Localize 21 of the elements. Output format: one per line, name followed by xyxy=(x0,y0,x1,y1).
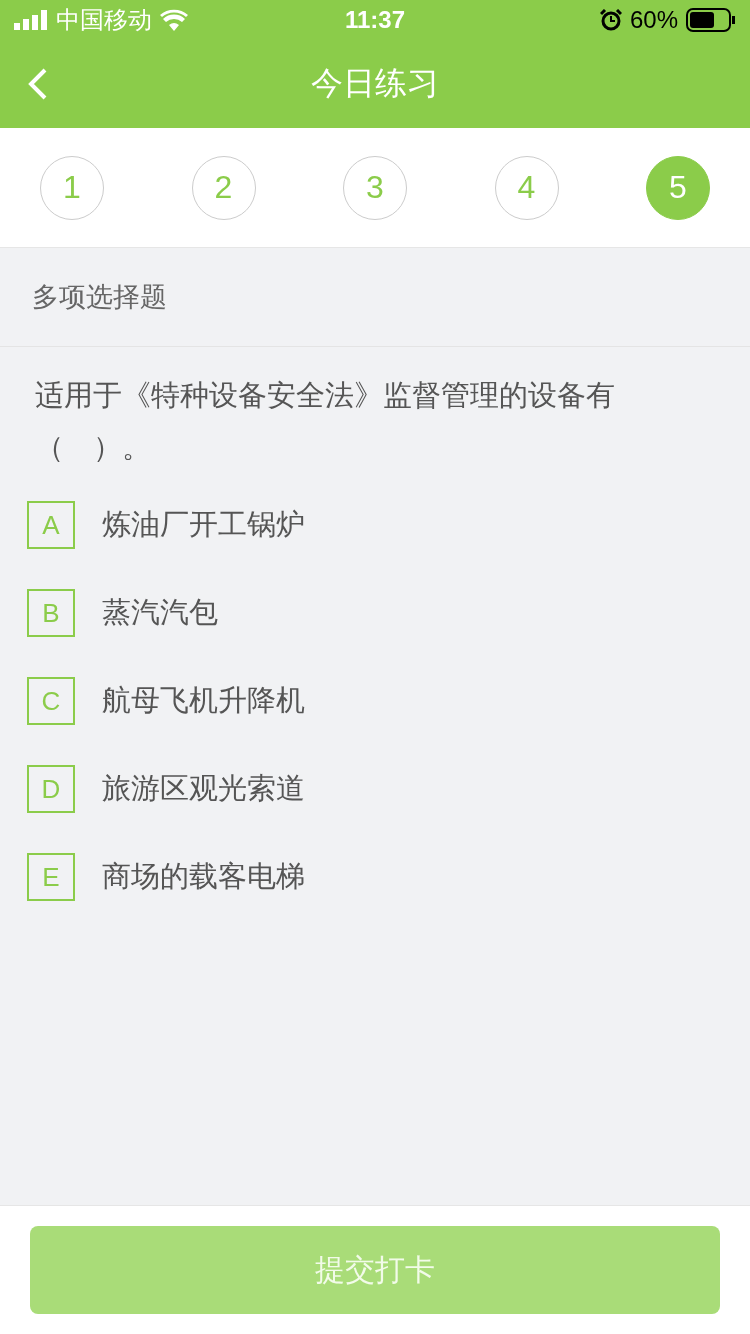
question-number-tab[interactable]: 2 xyxy=(191,155,256,220)
answer-option[interactable]: A 炼油厂开工锅炉 xyxy=(27,501,305,549)
signal-icon xyxy=(14,10,48,30)
answer-option[interactable]: E 商场的载客电梯 xyxy=(27,853,305,901)
question-type: 多项选择题 xyxy=(0,248,750,347)
question-number-tab[interactable]: 4 xyxy=(494,155,559,220)
page-title: 今日练习 xyxy=(311,64,439,103)
battery-percent: 60% xyxy=(629,6,678,34)
clock-time: 11:37 xyxy=(344,6,406,34)
question-number-tab[interactable]: 3 xyxy=(343,155,407,220)
battery-icon xyxy=(686,8,736,32)
question-number-tab[interactable]: 5 xyxy=(646,155,710,220)
carrier-name: 中国移动 xyxy=(56,5,152,35)
answer-option[interactable]: D 旅游区观光索道 xyxy=(27,765,305,813)
wifi-icon xyxy=(160,9,188,31)
answer-option[interactable]: C 航母飞机升降机 xyxy=(27,677,305,725)
question-text: 适用于《特种设备安全法》监督管理的设备有（ ）。 xyxy=(34,378,616,465)
alarm-icon xyxy=(599,9,622,31)
back-icon[interactable] xyxy=(28,68,48,100)
answer-option[interactable]: B 蒸汽汽包 xyxy=(27,589,218,637)
question-number-tab[interactable]: 1 xyxy=(40,155,104,220)
